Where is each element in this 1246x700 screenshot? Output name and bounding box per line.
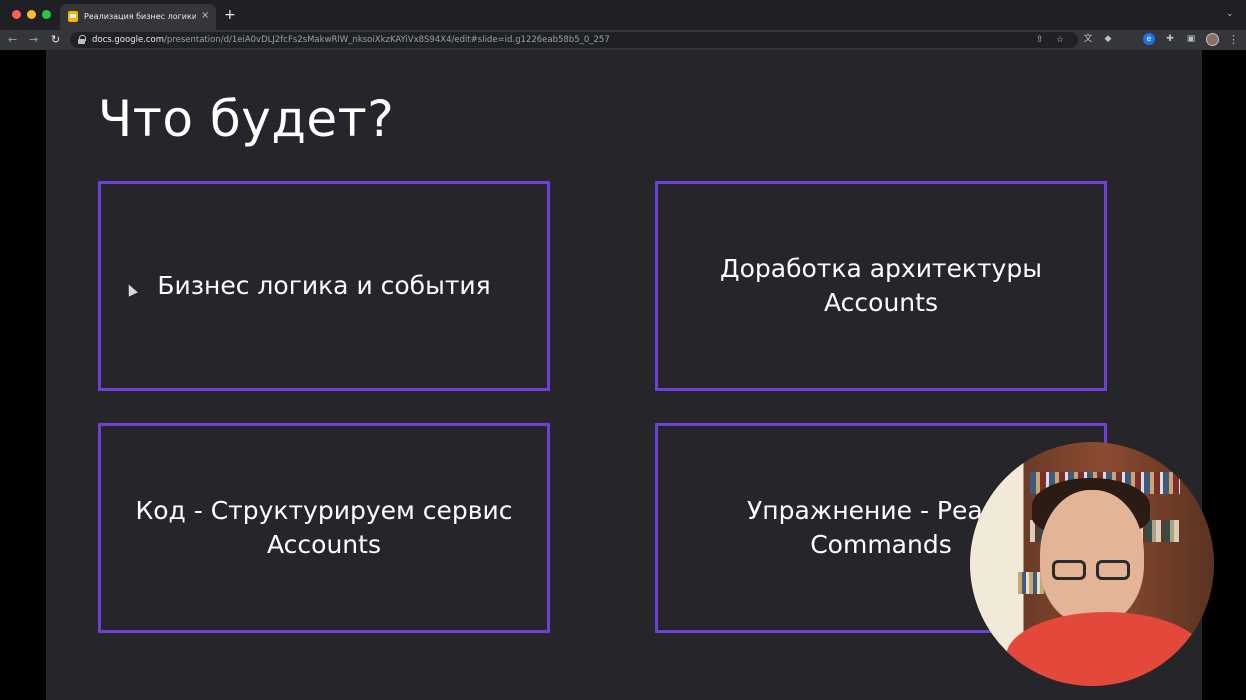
- browser-toolbar: ← → ↻ docs.google.com/presentation/d/1ei…: [0, 30, 1246, 50]
- close-window-button[interactable]: [12, 10, 21, 19]
- person-face: [1040, 490, 1144, 624]
- webcam-overlay: [970, 442, 1214, 686]
- address-bar[interactable]: docs.google.com/presentation/d/1eiA0vDLJ…: [70, 32, 1078, 48]
- tab-search-chevron-icon[interactable]: ⌄: [1226, 9, 1234, 19]
- extension-blue-icon[interactable]: e: [1143, 33, 1155, 45]
- zoom-window-button[interactable]: [42, 10, 51, 19]
- topic-box-business-logic: Бизнес логика и события: [98, 181, 550, 391]
- slides-favicon-icon: [68, 11, 78, 22]
- tab-close-icon[interactable]: ×: [201, 9, 209, 23]
- extensions-icon[interactable]: ✚: [1164, 33, 1176, 45]
- slide-title: Что будет?: [98, 90, 395, 148]
- back-arrow-icon[interactable]: ←: [8, 32, 17, 48]
- topic-box-text: Доработка архитектуры Accounts: [720, 254, 1042, 317]
- glasses-left: [1052, 560, 1086, 580]
- reload-icon[interactable]: ↻: [51, 32, 60, 48]
- translate-icon[interactable]: 文: [1082, 33, 1094, 45]
- new-tab-button[interactable]: +: [224, 7, 236, 23]
- profile-avatar[interactable]: [1206, 33, 1219, 46]
- topic-box-text: Бизнес логика и события: [157, 271, 491, 300]
- extension-diamond-icon[interactable]: ◆: [1102, 33, 1114, 45]
- url-text[interactable]: docs.google.com/presentation/d/1eiA0vDLJ…: [92, 33, 610, 47]
- minimize-window-button[interactable]: [27, 10, 36, 19]
- lock-icon[interactable]: [78, 35, 86, 44]
- url-path: /presentation/d/1eiA0vDLJ2fcFs2sMakwRlW_…: [164, 35, 610, 45]
- glasses-right: [1096, 560, 1130, 580]
- share-icon[interactable]: ⇧: [1036, 33, 1044, 47]
- more-menu-icon[interactable]: ⋮: [1228, 30, 1239, 50]
- browser-tab[interactable]: Реализация бизнес логики - ×: [60, 4, 216, 30]
- tab-bar: Реализация бизнес логики - × + ⌄: [0, 0, 1246, 30]
- tab-title: Реализация бизнес логики -: [84, 12, 196, 21]
- topic-box-code: Код - Структурируем сервис Accounts: [98, 423, 550, 633]
- url-host: docs.google.com: [92, 35, 165, 45]
- topic-box-text: Код - Структурируем сервис Accounts: [135, 496, 513, 559]
- topic-box-architecture: Доработка архитектуры Accounts: [655, 181, 1107, 391]
- side-panel-icon[interactable]: ▣: [1185, 33, 1197, 45]
- forward-arrow-icon[interactable]: →: [29, 32, 38, 48]
- star-icon[interactable]: ☆: [1056, 33, 1064, 47]
